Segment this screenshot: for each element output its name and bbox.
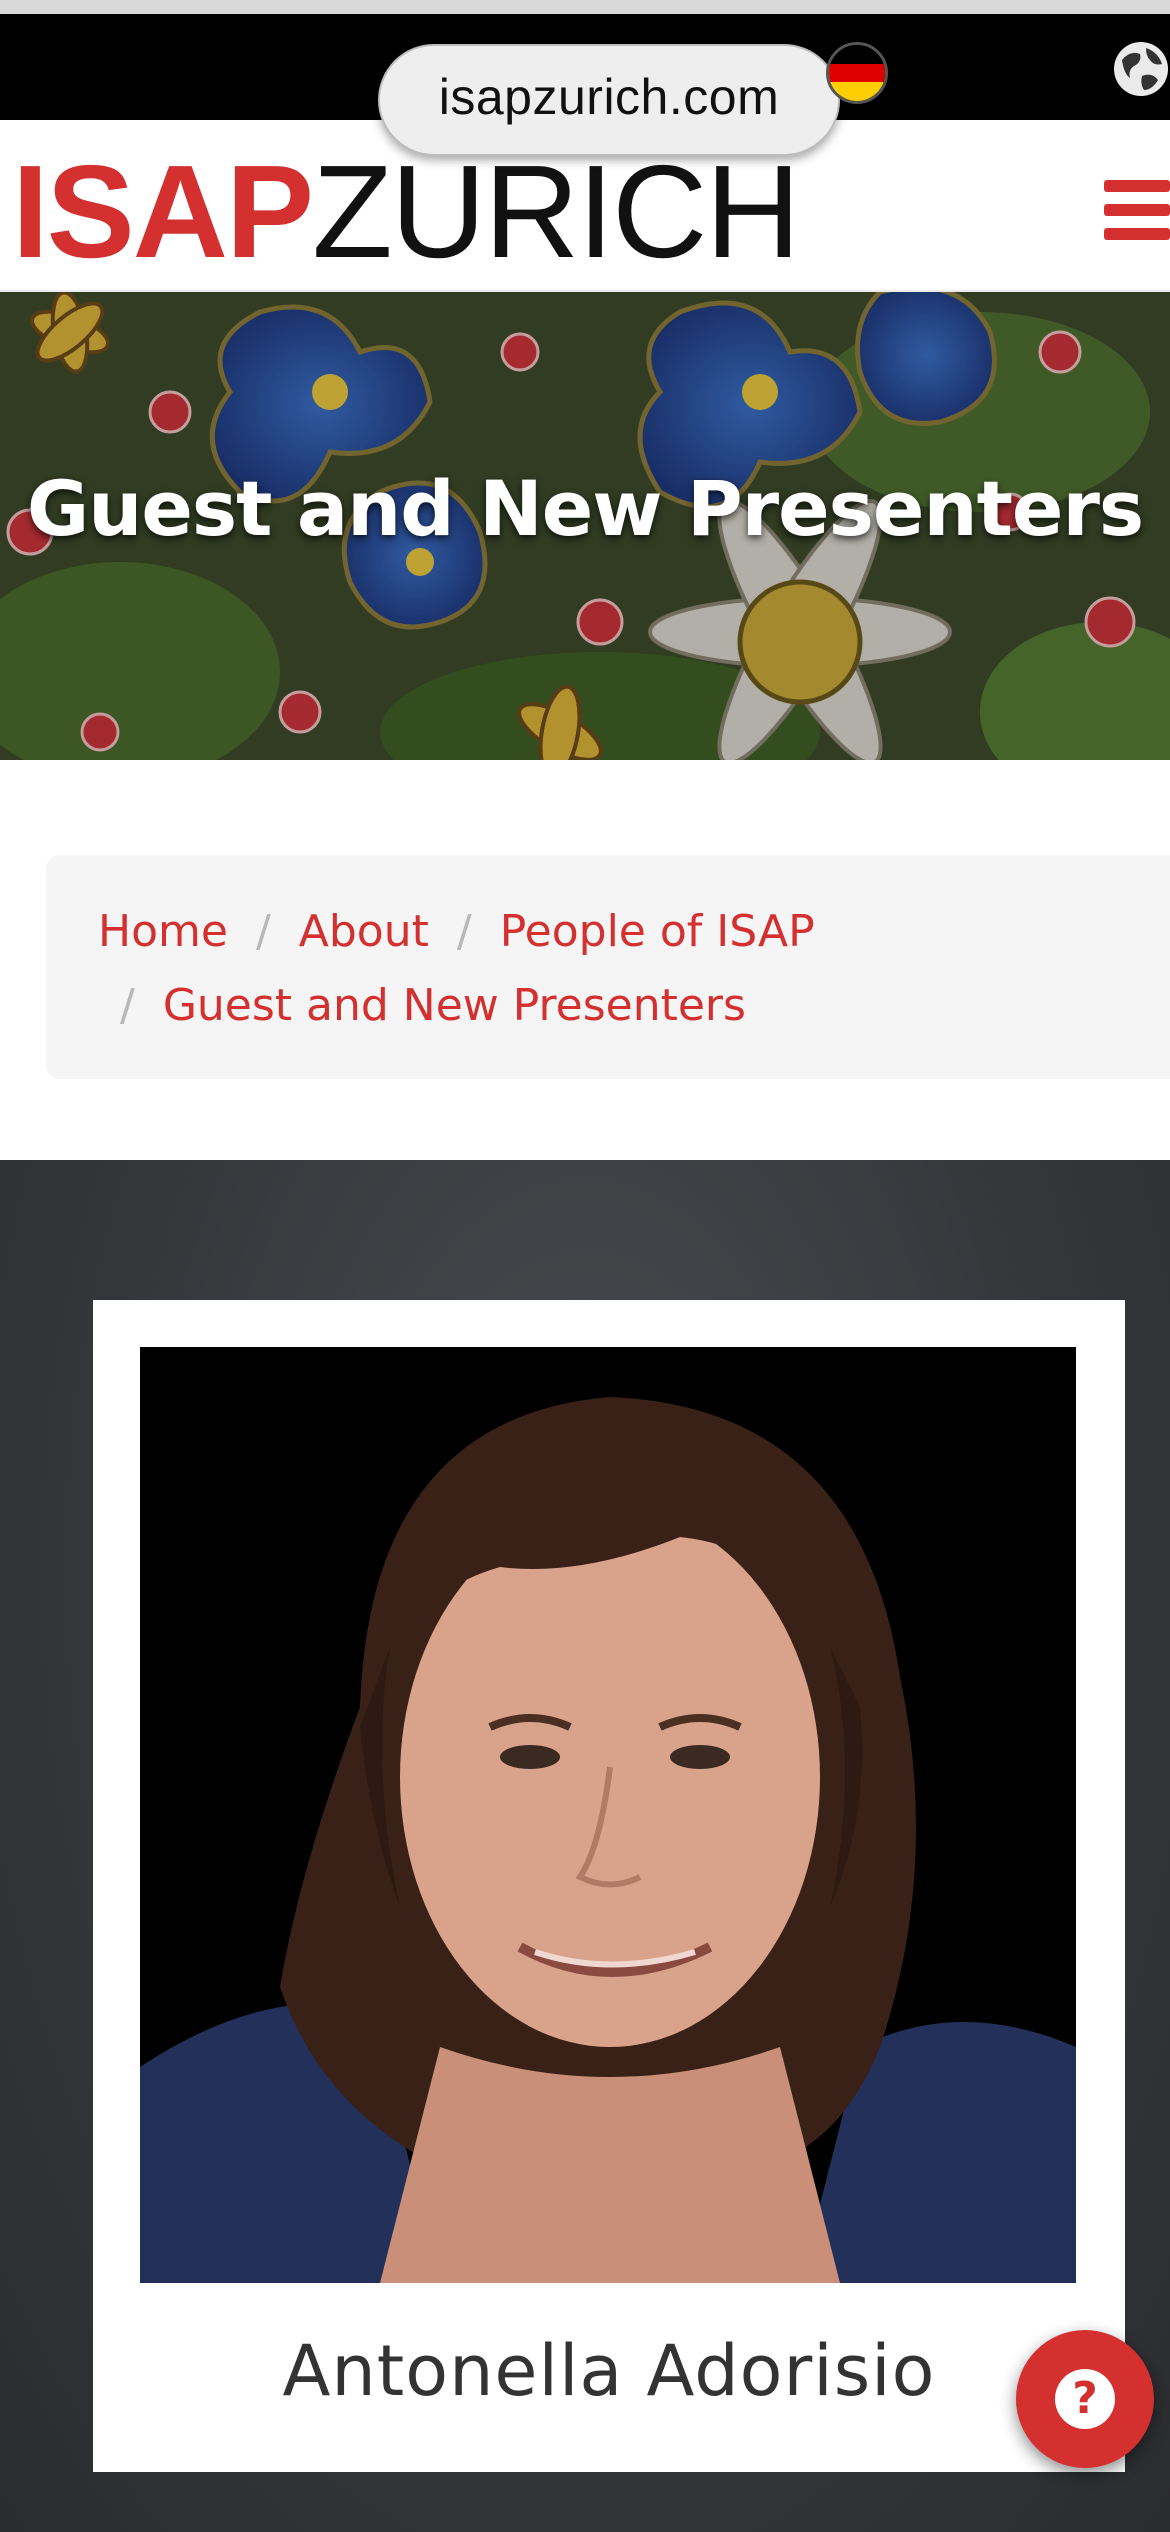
germany-flag-icon[interactable] <box>826 42 888 104</box>
presenter-card[interactable]: Antonella Adorisio <box>93 1300 1125 2472</box>
globe-icon[interactable] <box>1112 40 1170 98</box>
question-icon: ? <box>1055 2369 1115 2429</box>
breadcrumb-home[interactable]: Home <box>98 906 228 957</box>
breadcrumb-people-of-isap[interactable]: People of ISAP <box>500 906 815 957</box>
logo-isap-text: ISAP <box>12 138 314 285</box>
presenter-name: Antonella Adorisio <box>282 2330 936 2412</box>
presenters-section: Antonella Adorisio <box>0 1160 1170 2532</box>
breadcrumb: Home / About / People of ISAP / Guest and New … <box>46 855 1170 1079</box>
hamburger-menu-icon[interactable] <box>1104 180 1170 240</box>
presenter-photo <box>140 1347 1076 2283</box>
page-title: Guest and New Presenters <box>26 464 1144 553</box>
hero-banner: Guest and New Presenters <box>0 292 1170 760</box>
breadcrumb-about[interactable]: About <box>299 906 429 957</box>
breadcrumb-current-page[interactable]: Guest and New Presenters <box>163 980 746 1031</box>
url-pill[interactable]: isapzurich.com <box>378 44 840 156</box>
help-button[interactable]: ? <box>1016 2330 1154 2468</box>
breadcrumb-separator: / <box>120 980 135 1031</box>
breadcrumb-separator: / <box>456 906 472 957</box>
url-text: isapzurich.com <box>438 69 780 125</box>
logo-zurich-text: ZURICH <box>312 138 801 285</box>
isap-zurich-logo[interactable]: ISAPZURICH <box>12 142 801 282</box>
breadcrumb-separator: / <box>255 906 271 957</box>
status-bar-edge <box>0 0 1170 14</box>
